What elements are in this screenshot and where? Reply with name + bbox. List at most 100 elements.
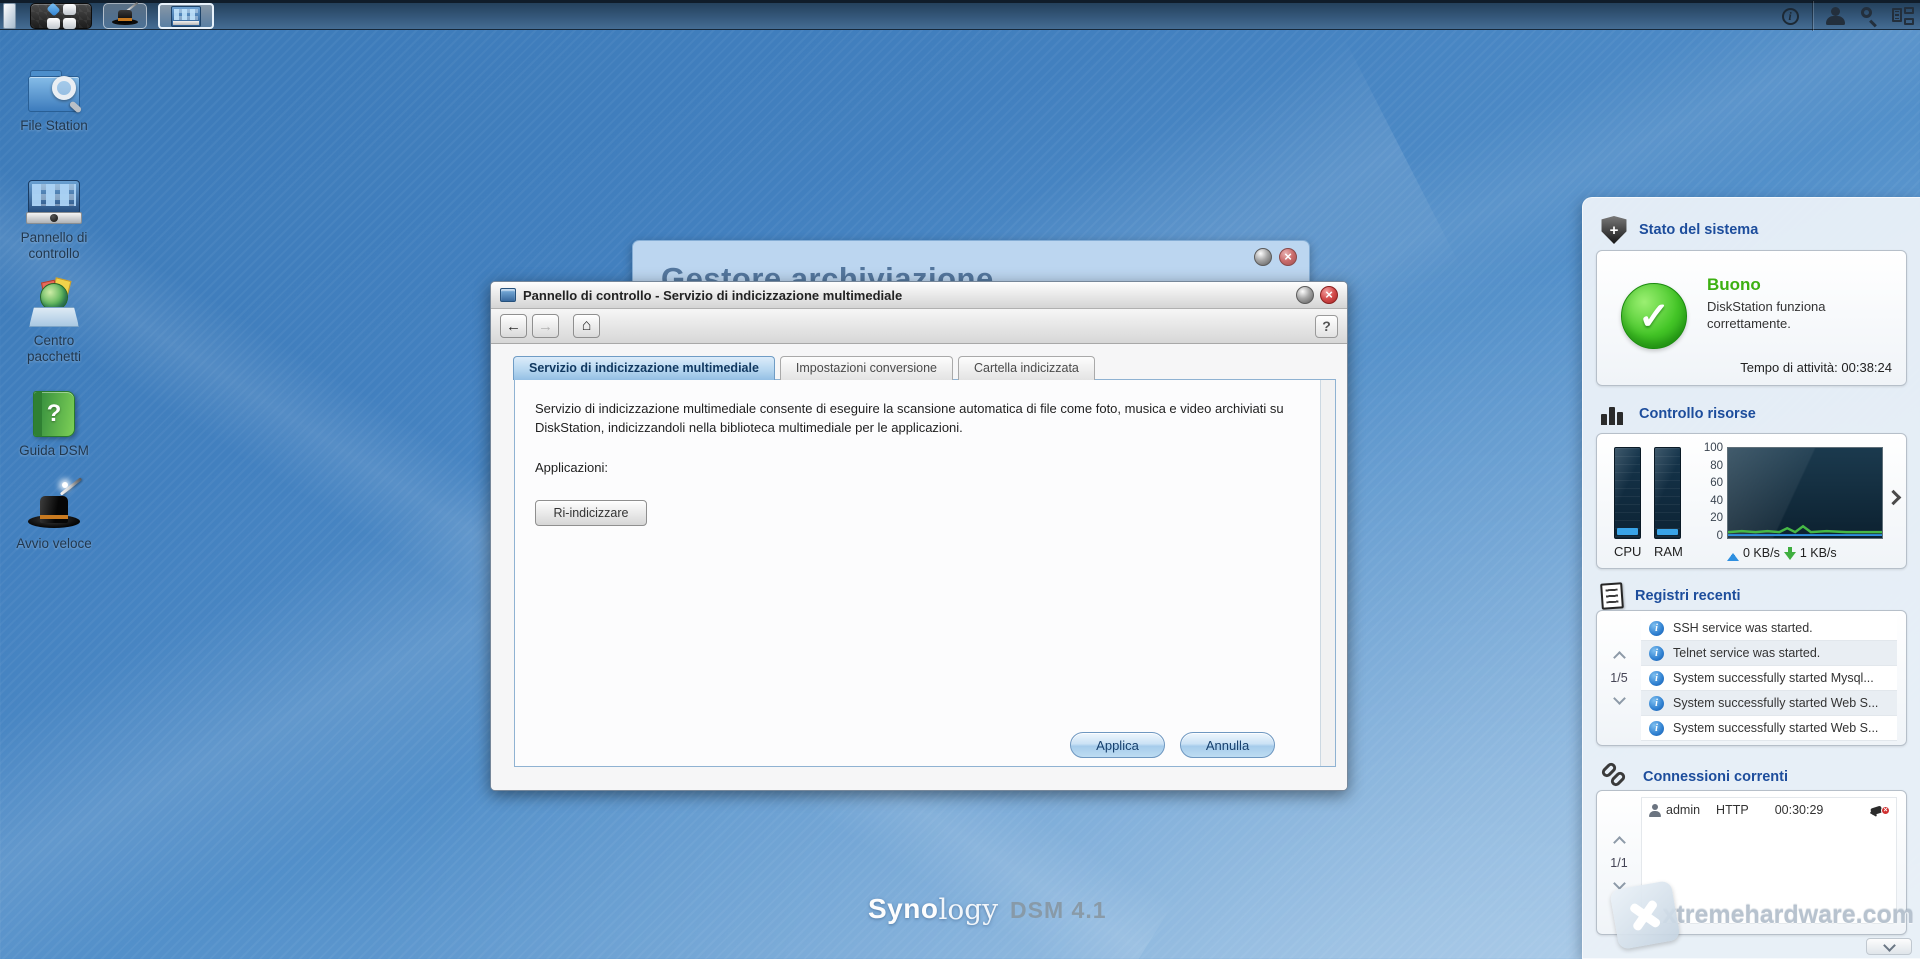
help-button[interactable]: ? [1315,315,1338,338]
info-icon: i [1782,8,1799,25]
info-icon: i [1649,621,1664,636]
close-icon[interactable]: × [1320,286,1338,304]
user-icon [1648,804,1661,817]
ram-meter [1654,447,1681,539]
info-icon: i [1649,646,1664,661]
uptime-text: Tempo di attività: 00:38:24 [1740,360,1892,375]
home-button[interactable]: ⌂ [573,314,600,338]
site-watermark: xtremehardware.com [1614,885,1914,945]
desktop-icon-control-panel[interactable]: Pannello di controllo [6,172,102,261]
main-menu-button[interactable] [30,3,92,29]
page-up-icon[interactable] [1613,651,1626,664]
search-icon [1859,6,1879,26]
upload-arrow-icon [1727,547,1739,560]
info-button[interactable]: i [1773,3,1807,29]
section-title: Controllo risorse [1639,406,1756,422]
apply-button[interactable]: Applica [1070,732,1165,758]
connection-protocol: HTTP [1716,803,1749,817]
section-title: Registri recenti [1635,588,1741,604]
desktop-icon-label: File Station [6,118,102,134]
log-list: i SSH service was started. i Telnet serv… [1641,616,1897,741]
forward-button[interactable]: → [532,314,559,338]
health-status: Buono [1707,275,1761,295]
section-title: Stato del sistema [1639,222,1758,238]
synology-watermark: Synology DSM 4.1 [868,893,1107,926]
service-description: Servizio di indicizzazione multimediale … [535,400,1295,438]
page-down-icon[interactable] [1613,692,1626,705]
quick-launch-task-button[interactable] [103,3,147,29]
cancel-button[interactable]: Annulla [1180,732,1275,758]
user-button[interactable] [1818,3,1852,29]
info-icon: i [1649,671,1664,686]
page-indicator: 1/5 [1610,671,1627,685]
download-arrow-icon [1784,547,1796,560]
applications-label: Applicazioni: [535,460,608,475]
disconnect-icon[interactable]: × [1870,803,1890,818]
taskbar-separator [1812,1,1813,31]
download-rate: 1 KB/s [1800,546,1837,560]
search-button[interactable] [1852,3,1886,29]
back-button[interactable]: ← [500,314,527,338]
magic-hat-icon [26,482,82,530]
widget-pane-icon [1892,7,1914,25]
recent-logs-header: Registri recenti [1601,583,1741,609]
tab-indexed-folder[interactable]: Cartella indicizzata [958,356,1095,380]
dsm-version-text: DSM 4.1 [1010,897,1106,924]
log-row[interactable]: i System successfully started Mysql... [1641,666,1897,691]
chain-link-icon [1601,763,1631,791]
desktop-icon-dsm-help[interactable]: ? Guida DSM [6,385,102,459]
connection-user: admin [1666,803,1700,817]
info-icon: i [1649,696,1664,711]
logs-pager: 1/5 [1601,611,1637,745]
log-row[interactable]: i Telnet service was started. [1641,641,1897,666]
resource-monitor-header: Controllo risorse [1601,403,1756,425]
x-logo [1610,880,1681,950]
resource-monitor-box[interactable]: CPU RAM 100 80 60 40 20 0 0 KB/s 1 KB/s [1596,433,1907,569]
dialog-titlebar[interactable]: Pannello di controllo - Servizio di indi… [491,282,1347,309]
log-row[interactable]: i System successfully started Web S... [1641,691,1897,716]
dialog-actions: Applica Annulla [1070,732,1275,758]
taskbar-right: i [1773,3,1920,29]
magic-hat-icon [112,6,138,26]
scrollbar[interactable] [1320,380,1335,766]
tab-media-indexing-service[interactable]: Servizio di indicizzazione multimediale [513,356,775,380]
user-icon [1825,7,1845,25]
log-document-icon [1600,582,1624,609]
page-up-icon[interactable] [1613,836,1626,849]
control-panel-icon [26,180,82,224]
section-title: Connessioni correnti [1643,769,1788,785]
help-book-icon: ? [33,391,75,437]
expand-resources-chevron-icon[interactable] [1886,490,1902,506]
health-ok-icon: ✓ [1621,283,1687,349]
widget-panel: + Stato del sistema ✓ Buono DiskStation … [1582,197,1920,959]
desktop-icon-label: Guida DSM [6,443,102,459]
minimize-button[interactable] [1254,248,1272,266]
dialog-title: Pannello di controllo - Servizio di indi… [523,288,902,303]
desktop-icon-label: Avvio veloce [6,536,102,552]
show-desktop-button[interactable] [3,3,16,29]
control-panel-task-button[interactable] [158,3,214,29]
control-panel-dialog: Pannello di controllo - Servizio di indi… [490,281,1348,791]
bar-chart-icon [1601,403,1627,425]
reindex-button[interactable]: Ri-indicizzare [535,500,647,526]
log-row[interactable]: i SSH service was started. [1641,616,1897,641]
widget-pane-button[interactable] [1886,3,1920,29]
shield-icon: + [1601,216,1627,244]
log-row[interactable]: i System successfully started Web S... [1641,716,1897,741]
desktop-icon-file-station[interactable]: File Station [6,60,102,134]
system-health-box: ✓ Buono DiskStation funziona correttamen… [1596,250,1907,386]
health-detail: DiskStation funziona correttamente. [1707,299,1887,333]
connection-row[interactable]: admin HTTP 00:30:29 × [1642,798,1896,822]
desktop-icon-quick-launch[interactable]: Avvio veloce [6,478,102,552]
info-icon: i [1649,721,1664,736]
brand-text: Syno [868,893,938,926]
cpu-label: CPU [1614,544,1641,559]
tab-conversion-settings[interactable]: Impostazioni conversione [780,356,953,380]
minimize-button[interactable] [1296,286,1314,304]
connections-header: Connessioni correnti [1601,763,1788,791]
network-rates: 0 KB/s 1 KB/s [1727,546,1837,560]
package-center-icon [26,279,82,327]
desktop-icon-package-center[interactable]: Centro pacchetti [6,275,102,364]
close-icon[interactable]: × [1279,248,1297,266]
desktop-icon-label: Centro pacchetti [6,333,102,364]
